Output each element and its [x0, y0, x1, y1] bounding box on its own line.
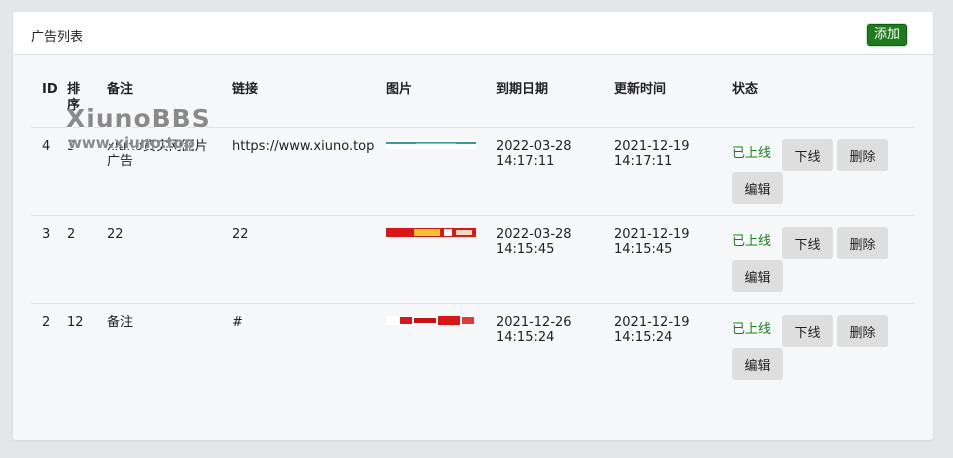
page-title: 广告列表	[31, 30, 84, 45]
col-header-link: 链接	[232, 82, 259, 97]
cell-updated: 2021-12-19 14:15:45	[614, 216, 732, 304]
updated-date: 2021-12-19	[614, 139, 690, 154]
cell-rank: 12	[67, 315, 84, 330]
expires-date: 2021-12-26	[496, 315, 572, 330]
edit-button[interactable]: 编辑	[732, 172, 783, 204]
cell-id: 4	[42, 139, 51, 154]
cell-rank: 3	[67, 139, 76, 154]
expires-date: 2022-03-28	[496, 227, 572, 242]
status-actions: 已上线 下线 删除 编辑	[732, 139, 902, 209]
table-row: 2 12 备注 # 2021-12-26 14:15:24 2021-12-19 1…	[31, 303, 915, 392]
table-header-row: ID 排序 备注 链接 图片 到期日期 更新时间 状态	[31, 82, 915, 128]
edit-button[interactable]: 编辑	[732, 260, 783, 292]
ad-table: ID 排序 备注 链接 图片 到期日期 更新时间 状态 4 3 xiuno货实网…	[31, 82, 915, 392]
table-row: 3 2 22 22 2022-03-28 14:15:45 2021-12-19 1…	[31, 215, 915, 304]
col-header-note: 备注	[107, 82, 134, 97]
cell-link: #	[232, 315, 243, 330]
delete-button[interactable]: 删除	[837, 315, 888, 347]
cell-note: 22	[107, 227, 124, 242]
add-button[interactable]: 添加	[866, 24, 907, 46]
status-actions: 已上线 下线 删除 编辑	[732, 227, 902, 297]
banner-thumbnail	[386, 228, 476, 237]
cell-image	[386, 128, 496, 216]
cell-expires: 2022-03-28 14:17:11	[496, 128, 614, 216]
status-badge: 已上线	[732, 146, 772, 161]
cell-rank: 2	[67, 227, 76, 242]
offline-button[interactable]: 下线	[782, 227, 833, 259]
cell-note: xiuno货实网图片广告	[107, 139, 208, 169]
updated-date: 2021-12-19	[614, 315, 690, 330]
cell-updated: 2021-12-19 14:15:24	[614, 304, 732, 392]
updated-time: 14:17:11	[614, 154, 673, 169]
expires-time: 14:17:11	[496, 154, 555, 169]
status-badge: 已上线	[732, 234, 772, 249]
cell-note: 备注	[107, 315, 134, 330]
offline-button[interactable]: 下线	[782, 315, 833, 347]
ad-list-card: 广告列表 添加 ID 排序 备注 链接 图片 到期日期 更新时间 状态 4 3	[13, 12, 933, 440]
offline-button[interactable]: 下线	[782, 139, 833, 171]
cell-expires: 2022-03-28 14:15:45	[496, 216, 614, 304]
cell-link: https://www.xiuno.top	[232, 139, 375, 154]
delete-button[interactable]: 删除	[837, 227, 888, 259]
expires-date: 2022-03-28	[496, 139, 572, 154]
col-header-status: 状态	[732, 82, 759, 97]
banner-thumbnail	[386, 140, 476, 149]
edit-button[interactable]: 编辑	[732, 348, 783, 380]
status-badge: 已上线	[732, 322, 772, 337]
expires-time: 14:15:45	[496, 242, 555, 257]
banner-thumbnail	[386, 316, 476, 325]
col-header-expires: 到期日期	[496, 82, 549, 97]
col-header-image: 图片	[386, 82, 413, 97]
cell-status: 已上线 下线 删除 编辑	[732, 216, 915, 304]
cell-id: 2	[42, 315, 51, 330]
delete-button[interactable]: 删除	[837, 139, 888, 171]
cell-status: 已上线 下线 删除 编辑	[732, 304, 915, 392]
card-header: 广告列表 添加	[13, 12, 933, 55]
cell-updated: 2021-12-19 14:17:11	[614, 128, 732, 216]
updated-date: 2021-12-19	[614, 227, 690, 242]
cell-status: 已上线 下线 删除 编辑	[732, 128, 915, 216]
cell-expires: 2021-12-26 14:15:24	[496, 304, 614, 392]
cell-id: 3	[42, 227, 51, 242]
table-row: 4 3 xiuno货实网图片广告 https://www.xiuno.top 2…	[31, 127, 915, 216]
updated-time: 14:15:45	[614, 242, 673, 257]
col-header-id: ID	[42, 82, 58, 97]
cell-image	[386, 216, 496, 304]
cell-image	[386, 304, 496, 392]
updated-time: 14:15:24	[614, 330, 673, 345]
col-header-rank: 排序	[67, 82, 107, 128]
cell-link: 22	[232, 227, 249, 242]
col-header-rank-label: 排序	[67, 82, 81, 113]
col-header-updated: 更新时间	[614, 82, 667, 97]
status-actions: 已上线 下线 删除 编辑	[732, 315, 902, 385]
expires-time: 14:15:24	[496, 330, 555, 345]
